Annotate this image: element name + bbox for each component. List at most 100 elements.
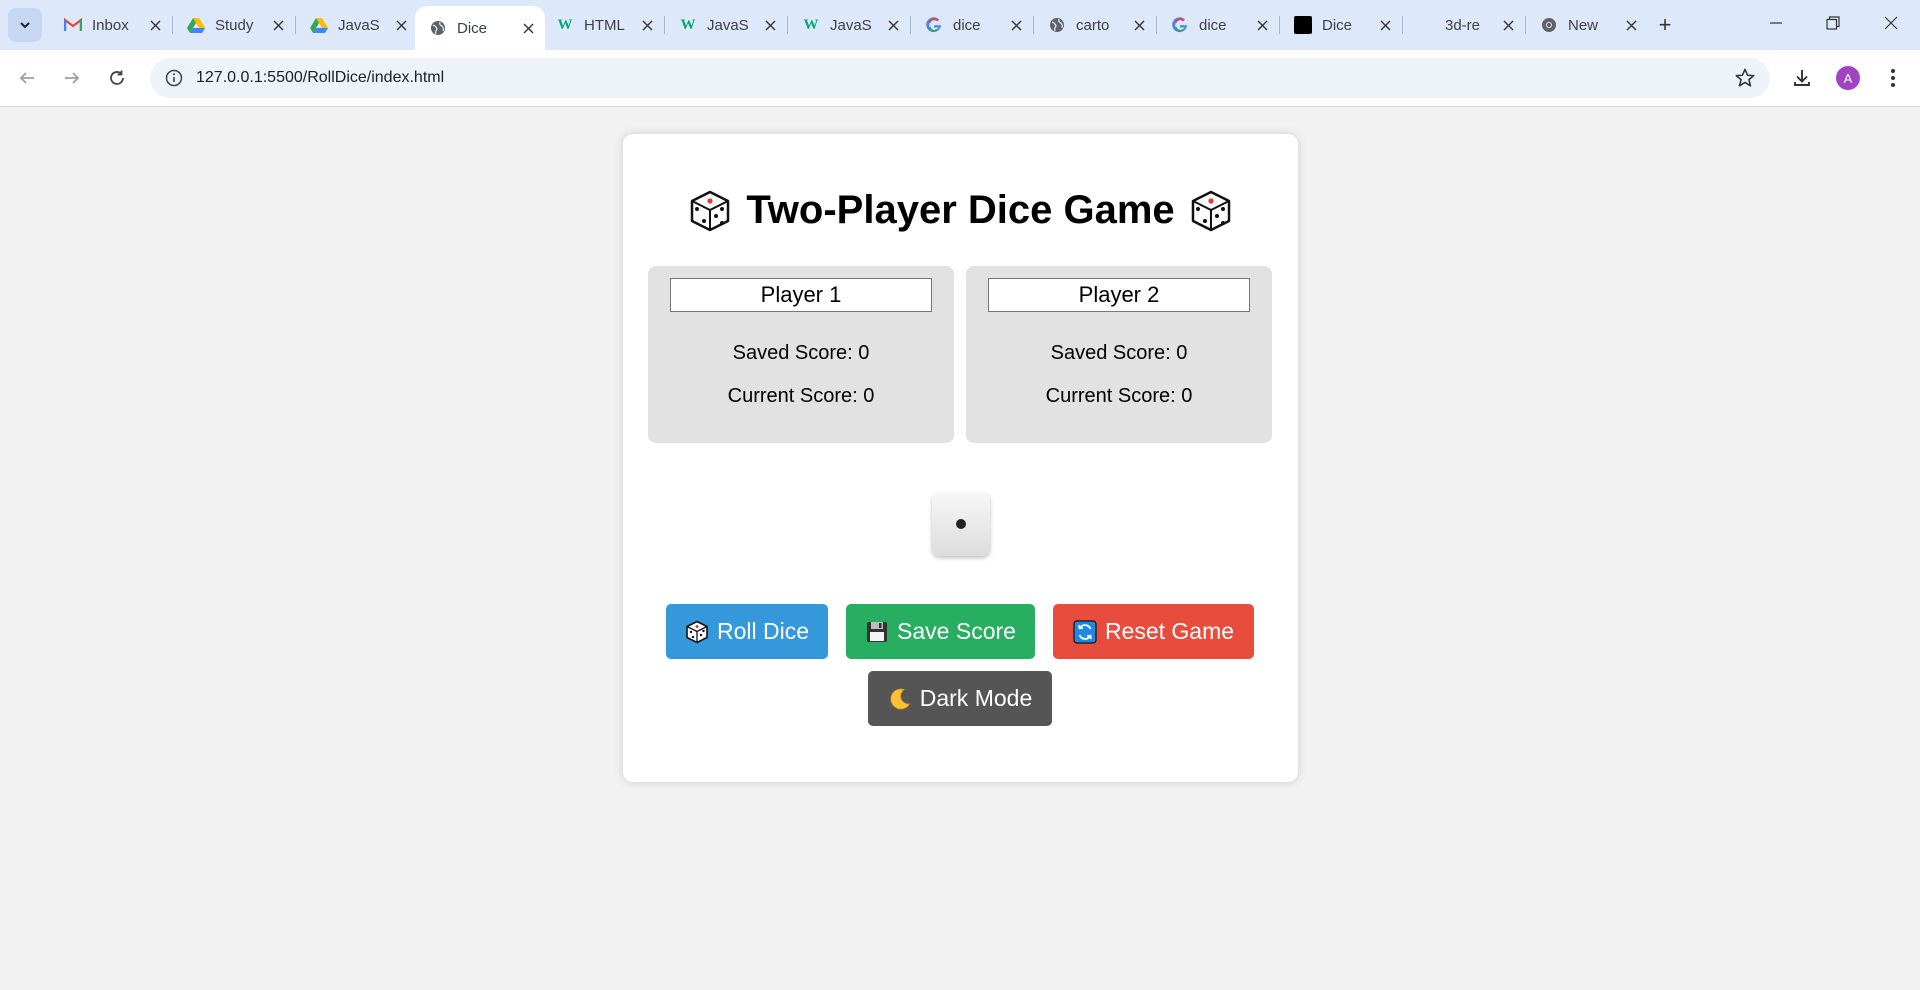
avatar: A (1836, 66, 1860, 90)
browser-toolbar: 127.0.0.1:5500/RollDice/index.html A (0, 50, 1920, 107)
browser-tab[interactable]: Study (173, 8, 295, 42)
browser-tab[interactable]: dice (911, 8, 1033, 42)
tab-title: JavaS (338, 16, 380, 34)
download-icon (1794, 70, 1810, 86)
profile-button[interactable]: A (1833, 63, 1863, 93)
tab-title: Inbox (92, 16, 129, 34)
tab-close-icon[interactable] (884, 16, 902, 34)
player-1-name-input[interactable] (670, 278, 932, 312)
browser-tab[interactable]: W JavaS (788, 8, 910, 42)
tab-close-icon[interactable] (392, 16, 410, 34)
arrow-right-icon (65, 72, 80, 84)
tab-title: Dice (457, 19, 488, 37)
tab-title: Study (215, 16, 254, 34)
tab-title: HTML (584, 16, 625, 34)
save-score-button[interactable]: Save Score (846, 604, 1035, 659)
site-info-icon[interactable] (154, 69, 194, 87)
browser-tab[interactable]: 3d-re (1403, 8, 1525, 42)
drive-icon (187, 16, 205, 34)
new-tab-button[interactable]: + (1652, 12, 1678, 38)
tab-close-icon[interactable] (1376, 16, 1394, 34)
browser-tab[interactable]: Inbox (50, 8, 172, 42)
downloads-button[interactable] (1787, 63, 1817, 93)
restore-icon (1826, 16, 1840, 30)
plus-icon: + (1658, 12, 1672, 37)
minimize-icon (1770, 22, 1782, 24)
close-icon (1884, 16, 1898, 30)
browser-tab[interactable]: carto (1034, 8, 1156, 42)
blank-icon (1417, 16, 1435, 34)
close-window-button[interactable] (1868, 8, 1914, 38)
browser-tab[interactable]: dice (1157, 8, 1279, 42)
tab-title: dice (1199, 16, 1227, 34)
minimize-button[interactable] (1753, 8, 1799, 38)
reset-game-label: Reset Game (1104, 618, 1235, 644)
kebab-menu-icon (1891, 69, 1895, 87)
roll-dice-label: Roll Dice (716, 618, 810, 644)
drive-icon (310, 16, 328, 34)
w3schools-icon: W (557, 16, 573, 33)
tab-close-icon[interactable] (269, 16, 287, 34)
tab-close-icon[interactable] (761, 16, 779, 34)
browser-tab[interactable]: W HTML (542, 8, 664, 42)
browser-menu-button[interactable] (1878, 63, 1908, 93)
crescent-moon-icon (890, 688, 910, 709)
browser-tab[interactable]: Dice (415, 6, 545, 50)
die-pip (956, 519, 966, 529)
google-icon (925, 16, 943, 34)
tab-title: New (1568, 16, 1599, 34)
player-2-current-score: Current Score: 0 (1045, 385, 1193, 407)
forward-button[interactable] (57, 63, 87, 93)
back-button[interactable] (12, 63, 42, 93)
tab-search-button[interactable] (8, 8, 42, 42)
player-1-panel: Saved Score: 0 Current Score: 0 (648, 266, 954, 443)
player-2-saved-score: Saved Score: 0 (1050, 342, 1188, 364)
tab-close-icon[interactable] (1622, 16, 1640, 34)
restore-button[interactable] (1810, 8, 1856, 38)
tab-close-icon[interactable] (1007, 16, 1025, 34)
reload-button[interactable] (102, 63, 132, 93)
dice-icon (691, 190, 730, 231)
tab-close-icon[interactable] (146, 16, 164, 34)
tab-close-icon[interactable] (638, 16, 656, 34)
player-2-panel: Saved Score: 0 Current Score: 0 (966, 266, 1272, 443)
dark-mode-button[interactable]: Dark Mode (868, 671, 1052, 726)
chevron-down-icon (20, 22, 30, 29)
save-score-label: Save Score (897, 618, 1016, 644)
gmail-icon (64, 16, 82, 34)
w3schools-icon: W (803, 16, 819, 33)
tab-close-icon[interactable] (1130, 16, 1148, 34)
refresh-icon (1073, 619, 1097, 644)
tab-close-icon[interactable] (1253, 16, 1271, 34)
tab-title: dice (953, 16, 981, 34)
globe-icon (429, 19, 447, 37)
tab-title: carto (1076, 16, 1110, 34)
floppy-disk-icon (867, 621, 888, 642)
chrome-icon (1540, 16, 1558, 34)
page-title: Two-Player Dice Game (623, 188, 1298, 233)
tab-title: 3d-re (1445, 16, 1481, 34)
reload-icon (110, 70, 124, 85)
player-1-current-score: Current Score: 0 (727, 385, 875, 407)
player-2-name-input[interactable] (988, 278, 1250, 312)
reset-game-button[interactable]: Reset Game (1053, 604, 1254, 659)
dark-mode-label: Dark Mode (919, 685, 1033, 711)
browser-tab[interactable]: Dice (1280, 8, 1402, 42)
game-container: Two-Player Dice Game Saved Score: 0 Curr… (623, 134, 1298, 782)
browser-tab[interactable]: W JavaS (665, 8, 787, 42)
tab-close-icon[interactable] (519, 19, 537, 37)
roll-dice-button[interactable]: Roll Dice (666, 604, 828, 659)
arrow-left-icon (19, 72, 34, 84)
bookmark-star-icon[interactable] (1734, 67, 1756, 94)
browser-tab-strip: Inbox Study JavaS Dice W HTML W JavaS W JavaS dice… (0, 0, 1920, 50)
google-icon (1171, 16, 1189, 34)
w3schools-icon: W (680, 16, 696, 33)
address-bar[interactable]: 127.0.0.1:5500/RollDice/index.html (150, 58, 1770, 98)
tab-close-icon[interactable] (1499, 16, 1517, 34)
url-text[interactable]: 127.0.0.1:5500/RollDice/index.html (196, 69, 444, 87)
title-text: Two-Player Dice Game (746, 188, 1175, 232)
black-square-icon (1294, 16, 1312, 34)
browser-tab[interactable]: JavaS (296, 8, 418, 42)
browser-tab[interactable]: New (1526, 8, 1648, 42)
dice-icon (1191, 190, 1230, 231)
